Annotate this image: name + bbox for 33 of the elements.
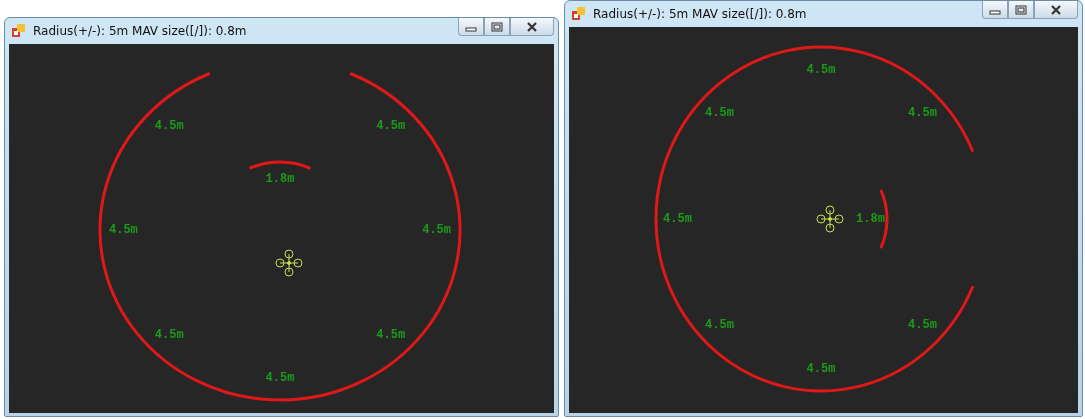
distance-label: 4.5m <box>806 62 836 77</box>
distance-label: 4.5m <box>908 106 937 121</box>
distance-label: 4.5m <box>154 327 184 342</box>
distance-label: 4.5m <box>154 118 184 133</box>
distance-label: 4.5m <box>376 327 406 342</box>
distance-label: 1.8m <box>856 212 885 227</box>
close-icon <box>1049 3 1063 16</box>
maximize-icon <box>1015 4 1027 15</box>
distance-label: 4.5m <box>663 212 692 227</box>
maximize-button[interactable] <box>1008 1 1034 19</box>
distance-label: 4.5m <box>705 106 734 121</box>
obstacle-arc <box>249 160 311 170</box>
maximize-button[interactable] <box>484 18 510 36</box>
drone-icon <box>816 205 844 233</box>
close-button[interactable] <box>1034 1 1078 19</box>
distance-label: 4.5m <box>908 318 937 332</box>
drone-icon <box>275 249 303 277</box>
distance-label: 4.5m <box>806 361 836 376</box>
distance-label: 4.5m <box>376 118 406 133</box>
close-button[interactable] <box>510 18 554 36</box>
distance-label: 4.5m <box>705 318 734 332</box>
minimize-button[interactable] <box>458 18 484 36</box>
window-title: Radius(+/-): 5m MAV size([/]): 0.8m <box>593 7 807 21</box>
app-icon <box>571 6 587 22</box>
window-title: Radius(+/-): 5m MAV size([/]): 0.8m <box>33 24 247 38</box>
distance-label: 1.8m <box>265 172 295 187</box>
close-icon <box>525 20 539 33</box>
app-icon <box>11 23 27 39</box>
distance-label: 4.5m <box>109 223 138 238</box>
distance-label: 4.5m <box>265 371 295 386</box>
maximize-icon <box>491 21 503 32</box>
minimize-button[interactable] <box>982 1 1008 19</box>
distance-label: 4.5m <box>422 223 451 238</box>
